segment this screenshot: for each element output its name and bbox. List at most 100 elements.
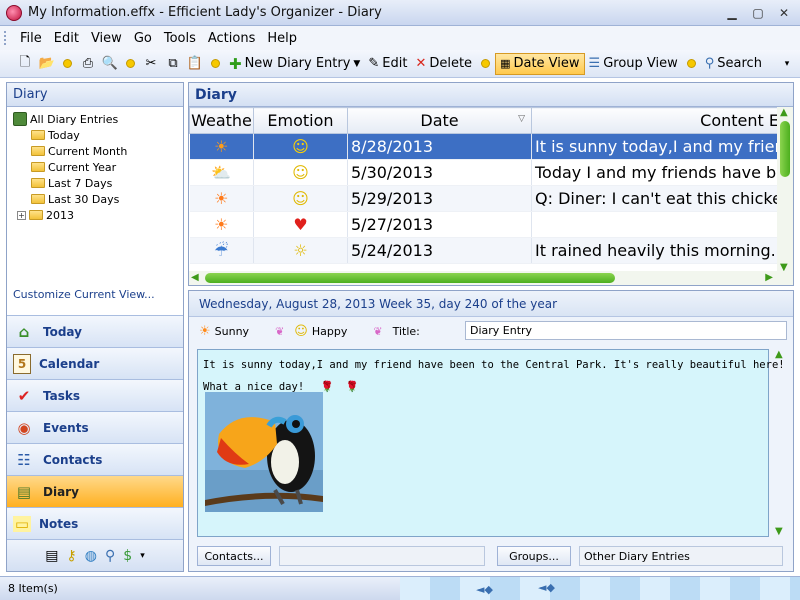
nav-diary[interactable]: ▤ Diary bbox=[7, 475, 183, 507]
date-view-label: Date View bbox=[513, 56, 580, 71]
new-diary-entry-label: New Diary Entry bbox=[244, 56, 351, 71]
vertical-scroll-thumb[interactable] bbox=[780, 121, 790, 177]
maximize-icon[interactable]: ▢ bbox=[746, 4, 770, 22]
row-date: 5/30/2013 bbox=[347, 159, 532, 186]
window-controls: ▁ ▢ ✕ bbox=[720, 4, 796, 22]
tree-item-last-30-days[interactable]: Last 30 Days bbox=[13, 191, 177, 207]
column-header-emotion[interactable]: Emotion bbox=[253, 107, 348, 134]
nav-today[interactable]: ⌂ Today bbox=[7, 315, 183, 347]
toolbar-overflow-icon[interactable]: ▾ bbox=[778, 55, 796, 73]
tree-item-current-year[interactable]: Current Year bbox=[13, 159, 177, 175]
tree-item-2013[interactable]: + 2013 bbox=[13, 207, 177, 223]
scroll-right-icon[interactable]: ▶ bbox=[765, 272, 773, 283]
list-vertical-scrollbar[interactable]: ▲ ▼ bbox=[777, 107, 793, 273]
diary-icon: ▤ bbox=[16, 482, 32, 501]
search-icon[interactable]: ⚲ bbox=[105, 548, 115, 564]
diary-list-panel: Diary Weathe Emotion Date ▽ Content E ☀ … bbox=[188, 82, 794, 286]
date-view-button[interactable]: ▦ Date View bbox=[495, 52, 585, 75]
weather-sunny-icon: ☀ bbox=[199, 323, 211, 339]
scroll-left-icon[interactable]: ◀ bbox=[191, 272, 199, 283]
diary-content-editor[interactable]: It is sunny today,I and my friend have b… bbox=[197, 349, 785, 537]
title-input[interactable]: Diary Entry bbox=[465, 321, 787, 340]
menu-tools[interactable]: Tools bbox=[158, 31, 202, 46]
table-row[interactable]: ☀ ☺ 5/29/2013 Q: Diner: I can't eat this… bbox=[189, 185, 780, 212]
new-diary-entry-button[interactable]: ✚ New Diary Entry ▼ bbox=[225, 53, 364, 75]
row-date: 5/29/2013 bbox=[347, 185, 532, 212]
groups-button[interactable]: Groups... bbox=[497, 546, 571, 566]
expand-icon[interactable]: + bbox=[17, 210, 26, 220]
scroll-down-icon[interactable]: ▼ bbox=[775, 526, 783, 537]
navigation-pane: ⌂ Today 5 Calendar ✔ Tasks ◉ Events ☷ Co… bbox=[7, 315, 183, 539]
table-header-row: Weathe Emotion Date ▽ Content E bbox=[189, 107, 780, 134]
money-icon[interactable]: $ bbox=[123, 548, 132, 564]
menu-go[interactable]: Go bbox=[128, 31, 158, 46]
menu-view[interactable]: View bbox=[85, 31, 128, 46]
open-folder-icon[interactable]: 📂 bbox=[38, 55, 56, 73]
fish-icon: ◄◆ bbox=[538, 581, 555, 594]
row-content: Today I and my friends have bee bbox=[531, 159, 780, 186]
new-document-icon[interactable]: 🗋 bbox=[16, 55, 34, 73]
menu-bar: File Edit View Go Tools Actions Help bbox=[0, 26, 800, 50]
list-horizontal-scrollbar[interactable]: ◀ ▶ bbox=[189, 271, 793, 285]
title-label: Title: bbox=[392, 324, 420, 338]
print-preview-icon[interactable]: 🔍 bbox=[101, 55, 119, 73]
weather-selector[interactable]: ☀ Sunny ❦ bbox=[189, 324, 284, 339]
nav-calendar[interactable]: 5 Calendar bbox=[7, 347, 183, 379]
contacts-field[interactable] bbox=[279, 546, 485, 566]
search-button[interactable]: ⚲ Search bbox=[701, 53, 766, 75]
group-view-label: Group View bbox=[603, 56, 678, 71]
globe-icon[interactable]: ◍ bbox=[85, 548, 97, 564]
tree-item-all-entries[interactable]: All Diary Entries bbox=[13, 111, 177, 127]
key-icon[interactable]: ⚷ bbox=[67, 548, 77, 564]
delete-x-icon: ✕ bbox=[415, 56, 427, 71]
table-row[interactable]: ☀ ☺ 8/28/2013 It is sunny today,I and my… bbox=[189, 133, 780, 160]
delete-button[interactable]: ✕ Delete bbox=[411, 53, 476, 75]
contacts-button[interactable]: Contacts... bbox=[197, 546, 271, 566]
print-icon[interactable]: ⎙ bbox=[79, 55, 97, 73]
menu-actions[interactable]: Actions bbox=[202, 31, 262, 46]
sort-icon: ▽ bbox=[518, 114, 525, 124]
edit-button[interactable]: ✎ Edit bbox=[364, 53, 411, 75]
table-row[interactable]: ☀ ♥ 5/27/2013 bbox=[189, 211, 780, 238]
tree-item-last-7-days[interactable]: Last 7 Days bbox=[13, 175, 177, 191]
column-header-content[interactable]: Content E bbox=[531, 107, 780, 134]
notes-small-icon[interactable]: ▤ bbox=[45, 548, 58, 564]
nav-events[interactable]: ◉ Events bbox=[7, 411, 183, 443]
copy-icon[interactable]: ⧉ bbox=[164, 55, 182, 73]
scroll-up-icon[interactable]: ▲ bbox=[780, 107, 788, 118]
weather-sunny-icon: ☀ bbox=[189, 211, 254, 238]
row-content: It is sunny today,I and my friend bbox=[531, 133, 780, 160]
menu-edit[interactable]: Edit bbox=[48, 31, 85, 46]
close-icon[interactable]: ✕ bbox=[772, 4, 796, 22]
scroll-up-icon[interactable]: ▲ bbox=[775, 349, 783, 360]
horizontal-scroll-thumb[interactable] bbox=[205, 273, 615, 283]
table-row[interactable]: ⛅ ☺ 5/30/2013 Today I and my friends hav… bbox=[189, 159, 780, 186]
nav-contacts[interactable]: ☷ Contacts bbox=[7, 443, 183, 475]
column-header-weather[interactable]: Weathe bbox=[189, 107, 254, 134]
entry-date-line: Wednesday, August 28, 2013 Week 35, day … bbox=[189, 291, 793, 317]
chevron-down-icon[interactable]: ▼ bbox=[353, 59, 360, 69]
nav-tasks[interactable]: ✔ Tasks bbox=[7, 379, 183, 411]
customize-view-link[interactable]: Customize Current View... bbox=[13, 288, 155, 301]
tree-item-today[interactable]: Today bbox=[13, 127, 177, 143]
status-bar: 8 Item(s) ◄◆ ◄◆ bbox=[0, 576, 800, 600]
minimize-icon[interactable]: ▁ bbox=[720, 4, 744, 22]
folder-icon bbox=[31, 194, 45, 204]
weather-value: Sunny bbox=[214, 324, 250, 338]
table-row[interactable]: ☔ ☼ 5/24/2013 It rained heavily this mor… bbox=[189, 237, 780, 264]
nav-notes[interactable]: ▭ Notes bbox=[7, 507, 183, 539]
butterfly-icon: ❦ bbox=[373, 324, 383, 338]
row-date: 5/24/2013 bbox=[347, 237, 532, 264]
group-view-button[interactable]: ☰ Group View bbox=[585, 53, 682, 75]
column-header-date[interactable]: Date ▽ bbox=[347, 107, 532, 134]
emotion-selector[interactable]: ☺ Happy ❦ bbox=[284, 324, 382, 339]
menu-file[interactable]: File bbox=[14, 31, 48, 46]
menu-help[interactable]: Help bbox=[261, 31, 303, 46]
cut-icon[interactable]: ✂ bbox=[142, 55, 160, 73]
editor-scrollbar[interactable]: ▲ ▼ bbox=[773, 349, 787, 537]
tree-item-current-month[interactable]: Current Month bbox=[13, 143, 177, 159]
tree-item-label: Last 7 Days bbox=[48, 176, 113, 190]
other-diary-entries-field[interactable]: Other Diary Entries bbox=[579, 546, 783, 566]
chevron-down-icon[interactable]: ▾ bbox=[140, 551, 145, 561]
paste-icon[interactable]: 📋 bbox=[186, 55, 204, 73]
